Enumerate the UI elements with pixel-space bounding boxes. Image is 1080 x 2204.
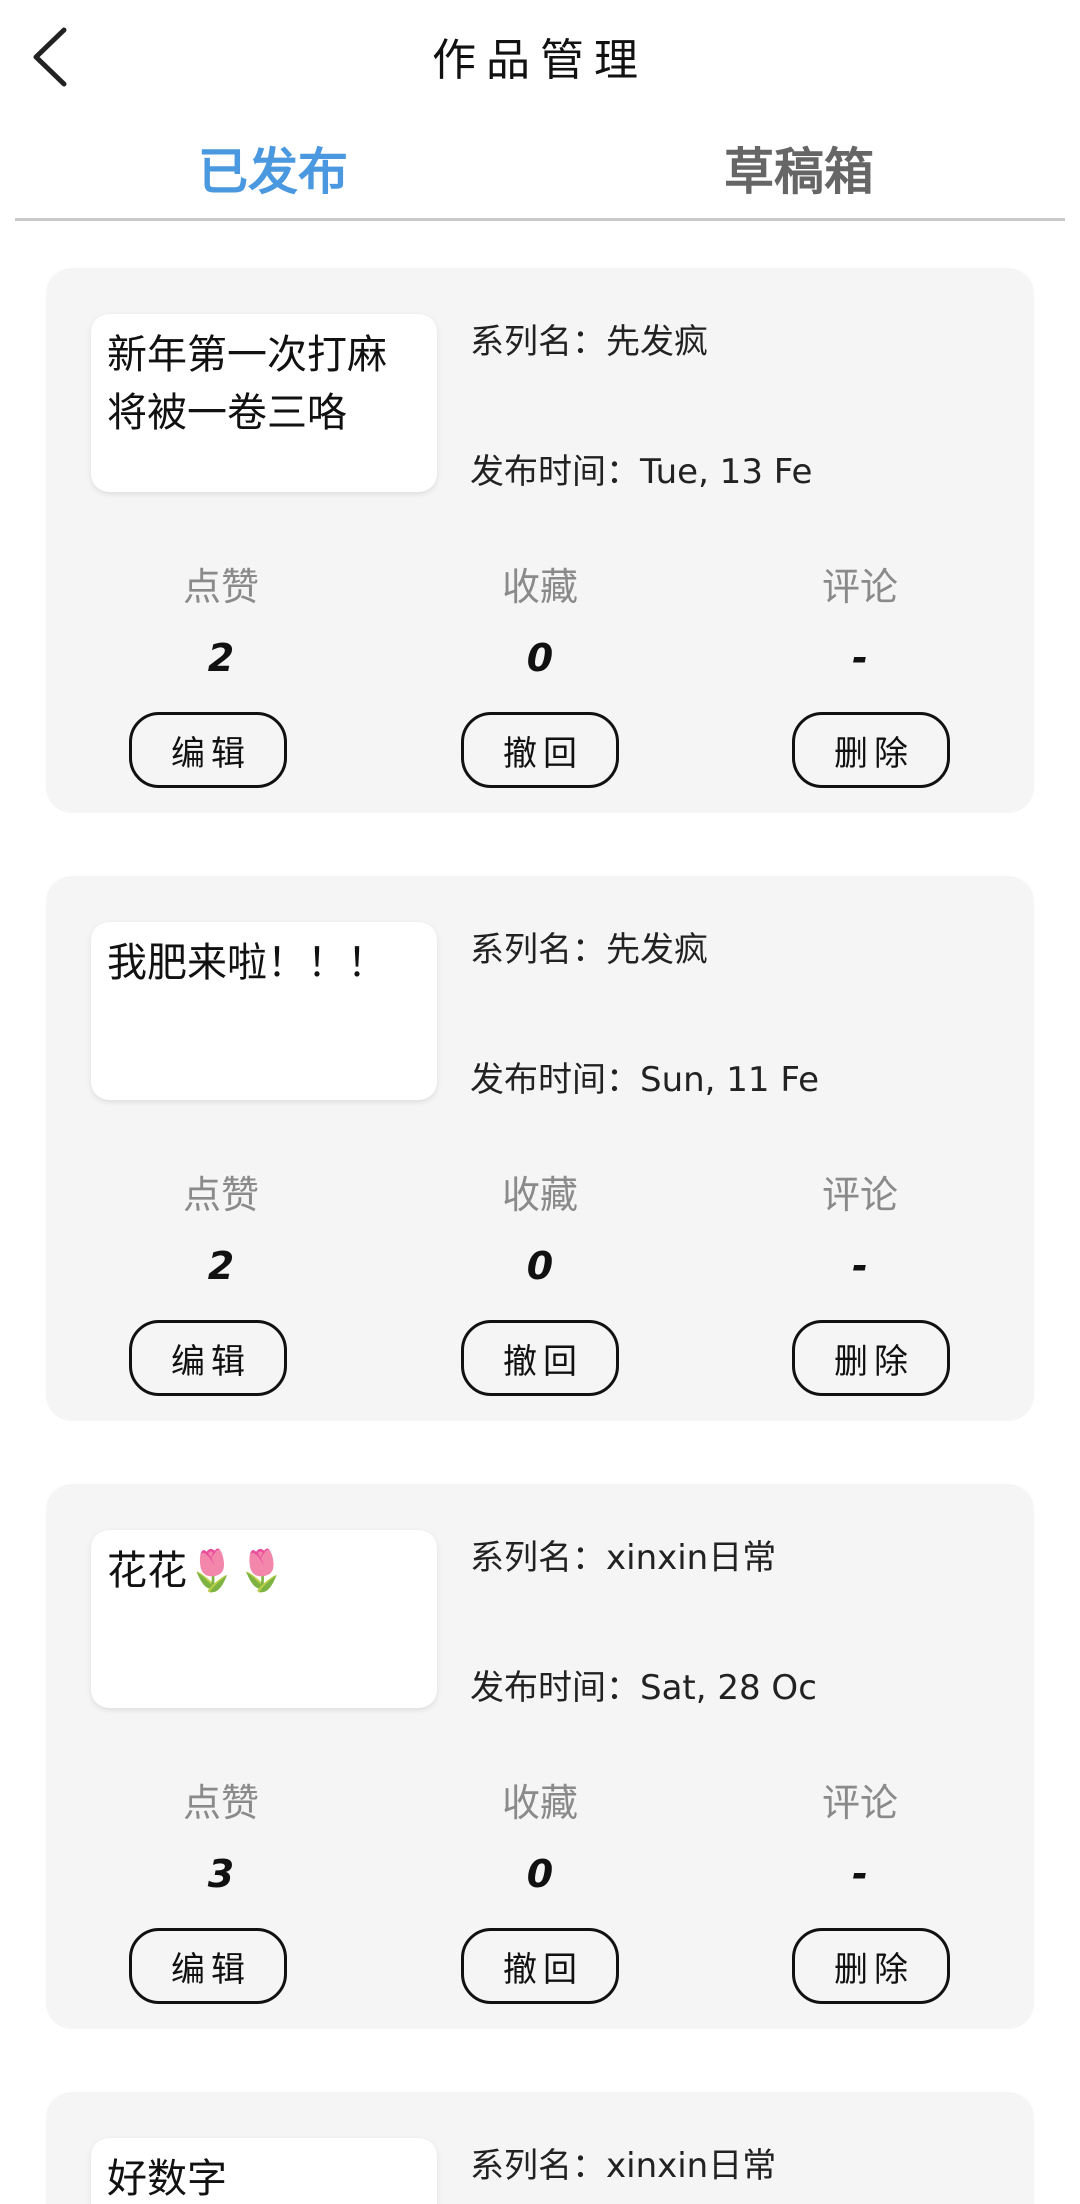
- post-card[interactable]: 新年第一次打麻将被一卷三咯 系列名：先发疯 发布时间：Tue, 13 Fe 点赞…: [46, 268, 1034, 813]
- post-thumbnail[interactable]: 好数字: [91, 2138, 437, 2204]
- likes-label: 点赞: [182, 565, 259, 609]
- edit-button[interactable]: 编辑: [129, 1320, 287, 1396]
- delete-button[interactable]: 删除: [792, 1320, 950, 1396]
- post-card[interactable]: 好数字 系列名：xinxin日常: [46, 2092, 1034, 2204]
- comments-label: 评论: [821, 565, 898, 609]
- post-publish-time: 发布时间：Tue, 13 Fe: [470, 452, 813, 492]
- post-thumbnail[interactable]: 花花🌷🌷: [91, 1530, 437, 1708]
- likes-count: 3: [207, 1852, 235, 1896]
- post-title: 新年第一次打麻将被一卷三咯: [107, 332, 387, 436]
- favorites-label: 收藏: [501, 1173, 578, 1217]
- post-publish-time: 发布时间：Sun, 11 Fe: [470, 1060, 819, 1100]
- withdraw-button[interactable]: 撤回: [461, 1928, 619, 2004]
- favorites-count: 0: [526, 636, 554, 680]
- tab-drafts[interactable]: 草稿箱: [724, 132, 874, 204]
- post-thumbnail[interactable]: 新年第一次打麻将被一卷三咯: [91, 314, 437, 492]
- comments-count: -: [852, 1852, 868, 1896]
- post-title: 我肥来啦！！！: [107, 940, 387, 986]
- withdraw-button[interactable]: 撤回: [461, 712, 619, 788]
- top-bar: 作品管理: [0, 0, 1080, 110]
- likes-count: 2: [207, 1244, 235, 1288]
- favorites-label: 收藏: [501, 565, 578, 609]
- likes-label: 点赞: [182, 1781, 259, 1825]
- edit-button[interactable]: 编辑: [129, 1928, 287, 2004]
- tab-bar: 已发布 草稿箱: [0, 118, 1080, 222]
- delete-button[interactable]: 删除: [792, 1928, 950, 2004]
- post-series: 系列名：先发疯: [470, 930, 708, 970]
- post-thumbnail[interactable]: 我肥来啦！！！: [91, 922, 437, 1100]
- likes-label: 点赞: [182, 1173, 259, 1217]
- post-title: 好数字: [107, 2156, 227, 2202]
- delete-button[interactable]: 删除: [792, 712, 950, 788]
- post-card[interactable]: 花花🌷🌷 系列名：xinxin日常 发布时间：Sat, 28 Oc 点赞 收藏 …: [46, 1484, 1034, 2029]
- favorites-count: 0: [526, 1852, 554, 1896]
- edit-button[interactable]: 编辑: [129, 712, 287, 788]
- post-series: 系列名：xinxin日常: [470, 2146, 777, 2186]
- post-series: 系列名：先发疯: [470, 322, 708, 362]
- comments-count: -: [852, 636, 868, 680]
- post-title: 花花🌷🌷: [107, 1548, 287, 1594]
- withdraw-button[interactable]: 撤回: [461, 1320, 619, 1396]
- tab-published[interactable]: 已发布: [198, 132, 348, 204]
- post-publish-time: 发布时间：Sat, 28 Oc: [470, 1668, 817, 1708]
- comments-count: -: [852, 1244, 868, 1288]
- page-title: 作品管理: [432, 35, 648, 86]
- comments-label: 评论: [821, 1781, 898, 1825]
- post-card[interactable]: 我肥来啦！！！ 系列名：先发疯 发布时间：Sun, 11 Fe 点赞 收藏 评论…: [46, 876, 1034, 1421]
- favorites-label: 收藏: [501, 1781, 578, 1825]
- favorites-count: 0: [526, 1244, 554, 1288]
- likes-count: 2: [207, 636, 235, 680]
- comments-label: 评论: [821, 1173, 898, 1217]
- tab-divider: [15, 218, 1065, 221]
- post-series: 系列名：xinxin日常: [470, 1538, 777, 1578]
